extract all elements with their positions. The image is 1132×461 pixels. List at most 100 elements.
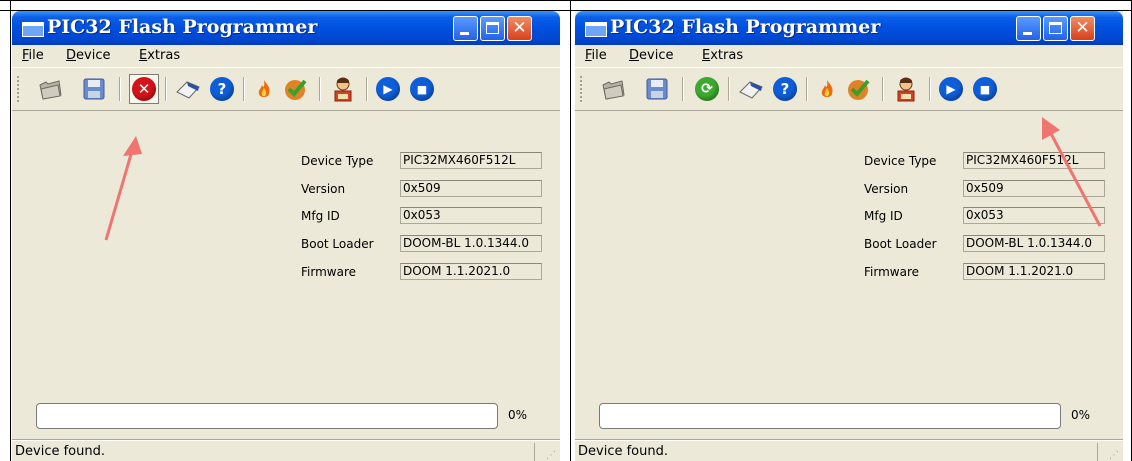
maximize-button[interactable] (480, 16, 505, 41)
burn-flame-icon (821, 80, 833, 97)
toolbar-grip[interactable] (17, 76, 22, 102)
save-disk-icon (83, 78, 105, 100)
device-type-label: Device Type (301, 154, 374, 168)
burn-flame-icon (258, 80, 270, 97)
progress-bar (36, 403, 498, 429)
menu-device[interactable]: Device (629, 48, 673, 63)
save-button[interactable] (79, 74, 109, 104)
status-bar: Device found. ⋰ (575, 440, 1123, 461)
menu-file[interactable]: File (585, 48, 607, 63)
burn-button[interactable] (249, 74, 279, 104)
close-button[interactable]: ✕ (507, 16, 532, 41)
menu-extras[interactable]: Extras (702, 48, 743, 63)
status-text: Device found. (578, 444, 668, 459)
menu-extras[interactable]: Extras (139, 48, 180, 63)
frame-top-border (0, 0, 1132, 1)
open-button[interactable] (598, 74, 628, 104)
disconnect-icon: ✕ (132, 77, 156, 101)
toolbar-separator (882, 77, 884, 101)
window-title: PIC32 Flash Programmer (610, 16, 881, 38)
comparison-frame: PIC32 Flash Programmer ✕ File Device Ext… (0, 0, 1132, 461)
save-disk-icon (646, 78, 668, 100)
help-icon: ? (773, 77, 797, 101)
open-folder-icon (39, 80, 62, 100)
version-label: Version (301, 182, 346, 196)
burn-button[interactable] (812, 74, 842, 104)
reader-button[interactable] (328, 74, 358, 104)
maximize-icon (486, 22, 499, 34)
annotation-arrow (104, 136, 142, 241)
version-value: 0x509 (400, 180, 542, 197)
verify-check-icon (285, 79, 307, 100)
progress-bar (599, 403, 1061, 429)
stop-button[interactable]: ■ (407, 74, 437, 104)
run-button[interactable]: ▶ (373, 74, 403, 104)
toolbar: ⟳ ? ▶ ■ (575, 67, 1123, 111)
progress-percent: 0% (508, 408, 528, 422)
menu-device[interactable]: Device (66, 48, 110, 63)
open-button[interactable] (35, 74, 65, 104)
boot-loader-label: Boot Loader (301, 237, 374, 251)
open-folder-icon (602, 80, 625, 100)
reader-button[interactable] (891, 74, 921, 104)
erase-button[interactable] (173, 74, 203, 104)
toolbar-separator (728, 77, 730, 101)
close-icon: ✕ (512, 18, 527, 38)
boot-loader-value: DOOM-BL 1.0.1344.0 (963, 235, 1105, 252)
close-button[interactable]: ✕ (1070, 16, 1095, 41)
save-button[interactable] (642, 74, 672, 104)
toolbar-separator (366, 77, 368, 101)
help-button[interactable]: ? (770, 74, 800, 104)
maximize-icon (1049, 22, 1062, 34)
eraser-icon (739, 81, 763, 99)
help-icon: ? (210, 77, 234, 101)
right-window: PIC32 Flash Programmer ✕ File Device Ext… (575, 11, 1123, 461)
boot-loader-label: Boot Loader (864, 237, 937, 251)
reader-person-icon (334, 77, 352, 102)
firmware-label: Firmware (301, 265, 356, 279)
title-bar[interactable]: PIC32 Flash Programmer ✕ (575, 11, 1123, 45)
mfg-id-label: Mfg ID (301, 209, 340, 223)
toolbar-separator (243, 77, 245, 101)
toolbar-grip[interactable] (580, 76, 585, 102)
verify-check-icon (848, 79, 870, 100)
verify-button[interactable] (844, 74, 874, 104)
firmware-label: Firmware (864, 265, 919, 279)
help-button[interactable]: ? (207, 74, 237, 104)
run-icon: ▶ (939, 77, 963, 101)
run-icon: ▶ (376, 77, 400, 101)
erase-button[interactable] (736, 74, 766, 104)
menu-file[interactable]: File (22, 48, 44, 63)
status-bar: Device found. ⋰ (12, 440, 560, 461)
device-type-value: PIC32MX460F512L (400, 152, 542, 169)
stop-icon: ■ (410, 77, 434, 101)
toolbar-separator (119, 77, 121, 101)
status-divider (1097, 443, 1098, 461)
connect-button[interactable]: ⟳ (692, 74, 722, 104)
app-window-icon (22, 22, 44, 37)
device-type-label: Device Type (864, 154, 937, 168)
minimize-button[interactable] (1016, 16, 1041, 41)
minimize-icon (460, 32, 469, 35)
frame-left-border (10, 0, 11, 461)
resize-grip-icon[interactable]: ⋰ (546, 451, 556, 461)
toolbar-separator (165, 77, 167, 101)
mfg-id-value: 0x053 (400, 207, 542, 224)
toolbar-separator (319, 77, 321, 101)
progress-percent: 0% (1071, 408, 1091, 422)
stop-icon: ■ (973, 77, 997, 101)
minimize-button[interactable] (453, 16, 478, 41)
verify-button[interactable] (281, 74, 311, 104)
app-window-icon (585, 22, 607, 37)
title-bar[interactable]: PIC32 Flash Programmer ✕ (12, 11, 560, 45)
firmware-value: DOOM 1.1.2021.0 (963, 263, 1105, 280)
status-text: Device found. (15, 444, 105, 459)
disconnect-button[interactable]: ✕ (129, 74, 159, 104)
menu-bar: File Device Extras (12, 45, 560, 67)
menu-bar: File Device Extras (575, 45, 1123, 67)
maximize-button[interactable] (1043, 16, 1068, 41)
stop-button[interactable]: ■ (970, 74, 1000, 104)
resize-grip-icon[interactable]: ⋰ (1109, 451, 1119, 461)
run-button[interactable]: ▶ (936, 74, 966, 104)
toolbar: ✕ ? ▶ ■ (12, 67, 560, 111)
